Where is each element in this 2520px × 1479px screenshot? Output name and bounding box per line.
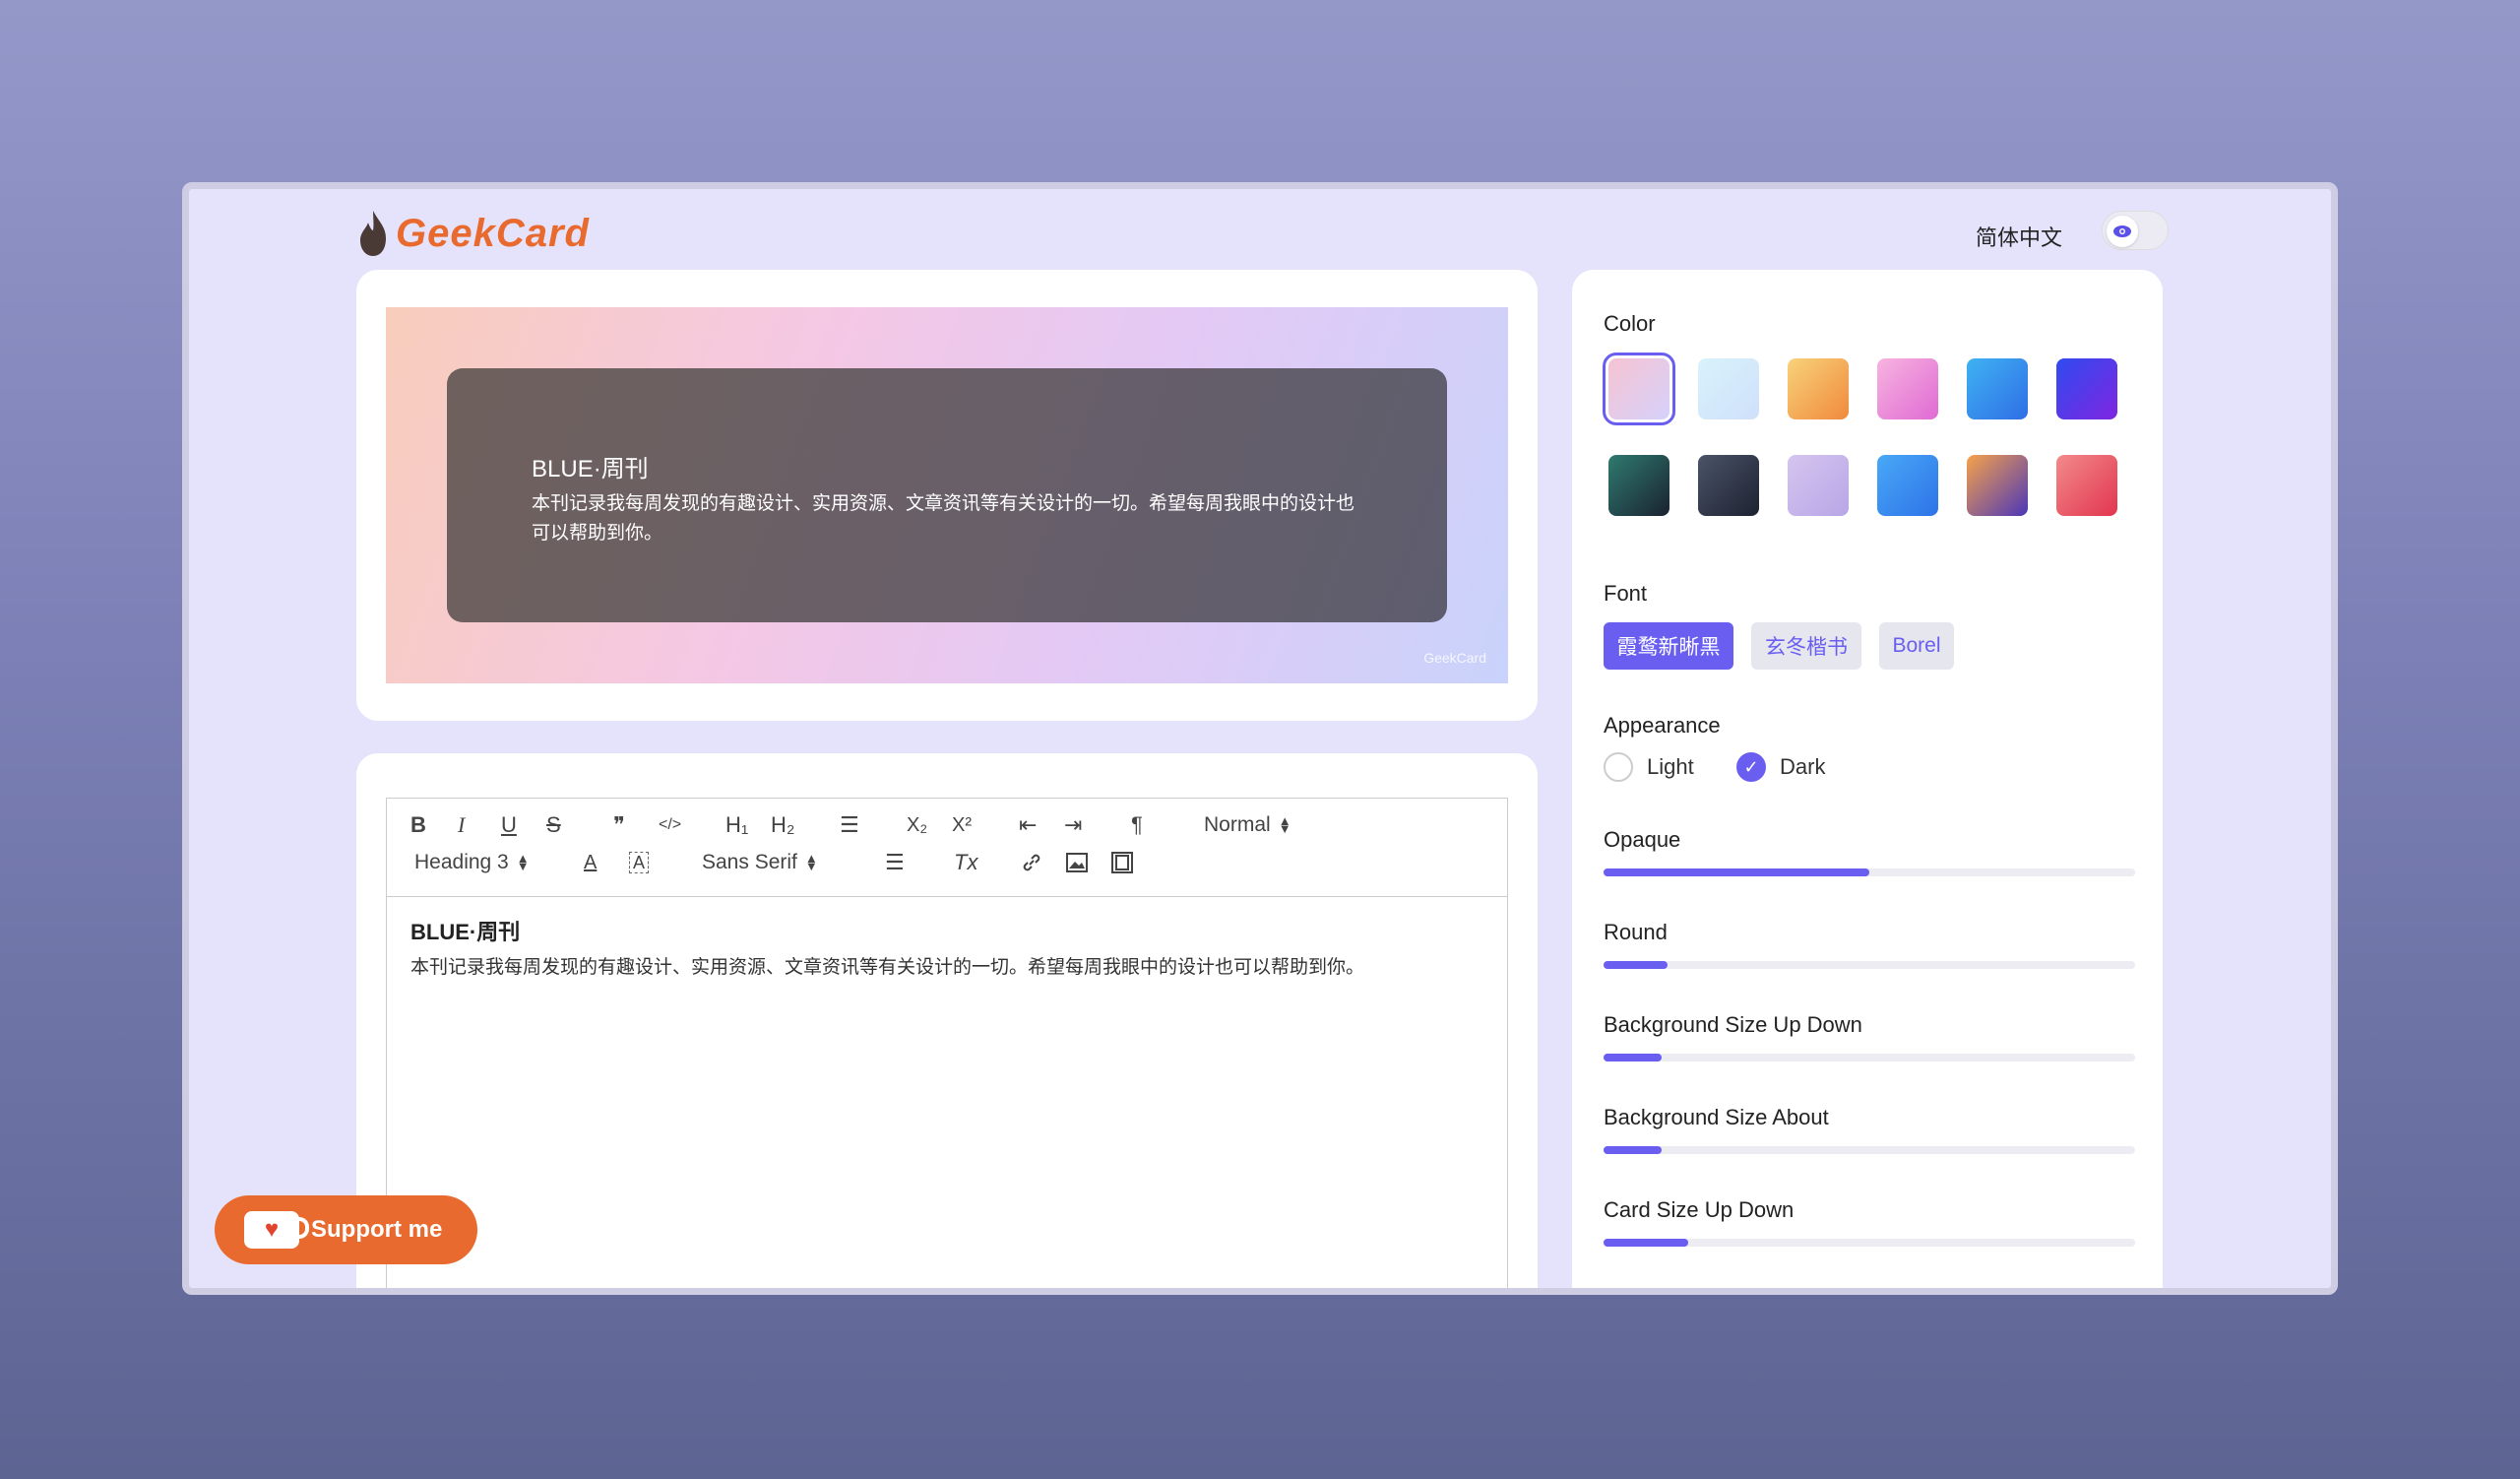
bg-updown-slider-fill [1604,1054,1663,1061]
card-updown-slider-fill [1604,1239,1689,1247]
color-swatch-5[interactable] [1967,358,2028,419]
watermark: GeekCard [1423,650,1486,666]
color-swatch-4[interactable] [1877,358,1938,419]
code-button[interactable]: </> [659,810,681,840]
color-swatch-3[interactable] [1788,358,1849,419]
preview-panel: BLUE·周刊 本刊记录我每周发现的有趣设计、实用资源、文章资讯等有关设计的一切… [356,270,1538,721]
color-swatch-10[interactable] [1877,455,1938,516]
card-body: 本刊记录我每周发现的有趣设计、实用资源、文章资讯等有关设计的一切。希望每周我眼中… [532,493,1355,544]
round-slider[interactable] [1604,961,2135,969]
text-direction-button[interactable]: ¶ [1131,810,1143,840]
underline-button[interactable]: U [501,810,517,840]
card-preview: BLUE·周刊 本刊记录我每周发现的有趣设计、实用资源、文章资讯等有关设计的一切… [447,368,1447,622]
select-arrows-icon: ▲ ▼ [804,851,818,873]
strike-button[interactable]: S [546,810,561,840]
quote-button[interactable]: ❞ [613,810,625,840]
support-me-label: Support me [311,1216,443,1243]
editor-toolbar: B I U S ❞ </> H₁ H₂ ☰ X₂ X² ⇤ ⇥ ¶ Normal… [387,799,1507,897]
appearance-label: Appearance [1604,713,1721,738]
opaque-label: Opaque [1604,827,1681,852]
header-select[interactable]: Heading 3 ▲ ▼ [414,848,530,877]
video-icon[interactable] [1111,848,1133,877]
font-option-2[interactable]: 玄冬楷书 [1751,622,1861,670]
bg-about-slider-fill [1604,1146,1663,1154]
flame-icon [360,211,386,256]
select-arrows-icon: ▲ ▼ [516,851,530,873]
eye-icon [2107,216,2138,247]
link-icon[interactable] [1021,848,1042,877]
align-icon[interactable]: ☰ [885,848,905,877]
clear-format-button[interactable]: Tx [954,848,977,877]
color-swatch-1[interactable] [1603,353,1675,425]
logo-text: GeekCard [396,211,590,255]
radio-unchecked-icon [1604,752,1633,782]
appearance-dark-radio[interactable]: ✓ Dark [1736,752,1825,782]
editor-heading[interactable]: BLUE·周刊 [410,915,1483,946]
color-swatch-8[interactable] [1698,455,1759,516]
font-select[interactable]: Sans Serif ▲ ▼ [702,848,818,877]
card-updown-slider[interactable] [1604,1239,2135,1247]
support-me-button[interactable]: ♥ Support me [215,1195,477,1264]
text-color-icon[interactable]: A [584,848,597,877]
opaque-slider-fill [1604,868,1869,876]
subscript-button[interactable]: X₂ [907,810,927,840]
app-window: GeekCard 简体中文 BLUE·周刊 本刊记录我每周发现的有趣设计、实用资… [182,182,2338,1295]
color-swatch-7[interactable] [1608,455,1670,516]
settings-panel: Color Font 霞鹜新晰黑 玄冬楷书 Borel Appearance L… [1572,270,2163,1288]
appearance-dark-label: Dark [1780,754,1826,779]
round-label: Round [1604,920,1668,944]
header-select-value: Heading 3 [414,851,509,873]
editor-panel: B I U S ❞ </> H₁ H₂ ☰ X₂ X² ⇤ ⇥ ¶ Normal… [356,753,1538,1288]
image-icon[interactable] [1066,848,1088,877]
header: GeekCard 简体中文 [189,189,2331,278]
coffee-cup-icon: ♥ [244,1211,309,1249]
card-updown-label: Card Size Up Down [1604,1197,1795,1222]
indent-button[interactable]: ⇥ [1064,810,1082,840]
size-select[interactable]: Normal ▲ ▼ [1204,810,1292,840]
font-option-1[interactable]: 霞鹜新晰黑 [1604,622,1733,670]
font-label: Font [1604,581,1648,606]
list-button[interactable]: ☰ [840,810,859,840]
card-title: BLUE·周刊 [532,456,649,482]
font-option-3[interactable]: Borel [1879,622,1954,670]
color-swatch-6[interactable] [2056,358,2117,419]
language-selector[interactable]: 简体中文 [1976,221,2062,252]
radio-checked-icon: ✓ [1736,752,1766,782]
rich-text-editor: B I U S ❞ </> H₁ H₂ ☰ X₂ X² ⇤ ⇥ ¶ Normal… [386,798,1508,1288]
color-label: Color [1604,311,1656,336]
card-background: BLUE·周刊 本刊记录我每周发现的有趣设计、实用资源、文章资讯等有关设计的一切… [386,307,1508,683]
bg-updown-slider[interactable] [1604,1054,2135,1061]
outdent-button[interactable]: ⇤ [1019,810,1037,840]
select-arrows-icon: ▲ ▼ [1278,813,1292,836]
appearance-light-label: Light [1647,754,1694,779]
opaque-slider[interactable] [1604,868,2135,876]
appearance-light-radio[interactable]: Light [1604,752,1694,782]
color-swatch-11[interactable] [1967,455,2028,516]
color-swatch-2[interactable] [1698,358,1759,419]
font-select-value: Sans Serif [702,851,797,873]
bg-updown-label: Background Size Up Down [1604,1012,1862,1037]
bg-about-label: Background Size About [1604,1105,1829,1129]
size-select-value: Normal [1204,813,1271,836]
color-swatch-9[interactable] [1788,455,1849,516]
editor-paragraph[interactable]: 本刊记录我每周发现的有趣设计、实用资源、文章资讯等有关设计的一切。希望每周我眼中… [410,952,1483,979]
italic-button[interactable]: I [458,810,465,840]
superscript-button[interactable]: X² [952,810,972,840]
preview-toggle[interactable] [2102,211,2169,250]
round-slider-fill [1604,961,1668,969]
editor-content[interactable]: BLUE·周刊 本刊记录我每周发现的有趣设计、实用资源、文章资讯等有关设计的一切… [410,915,1483,979]
h2-button[interactable]: H₂ [771,810,794,840]
color-swatch-12[interactable] [2056,455,2117,516]
bold-button[interactable]: B [410,810,426,840]
h1-button[interactable]: H₁ [725,810,748,840]
background-color-icon[interactable]: A [629,852,650,873]
logo[interactable]: GeekCard [356,209,590,258]
bg-about-slider[interactable] [1604,1146,2135,1154]
